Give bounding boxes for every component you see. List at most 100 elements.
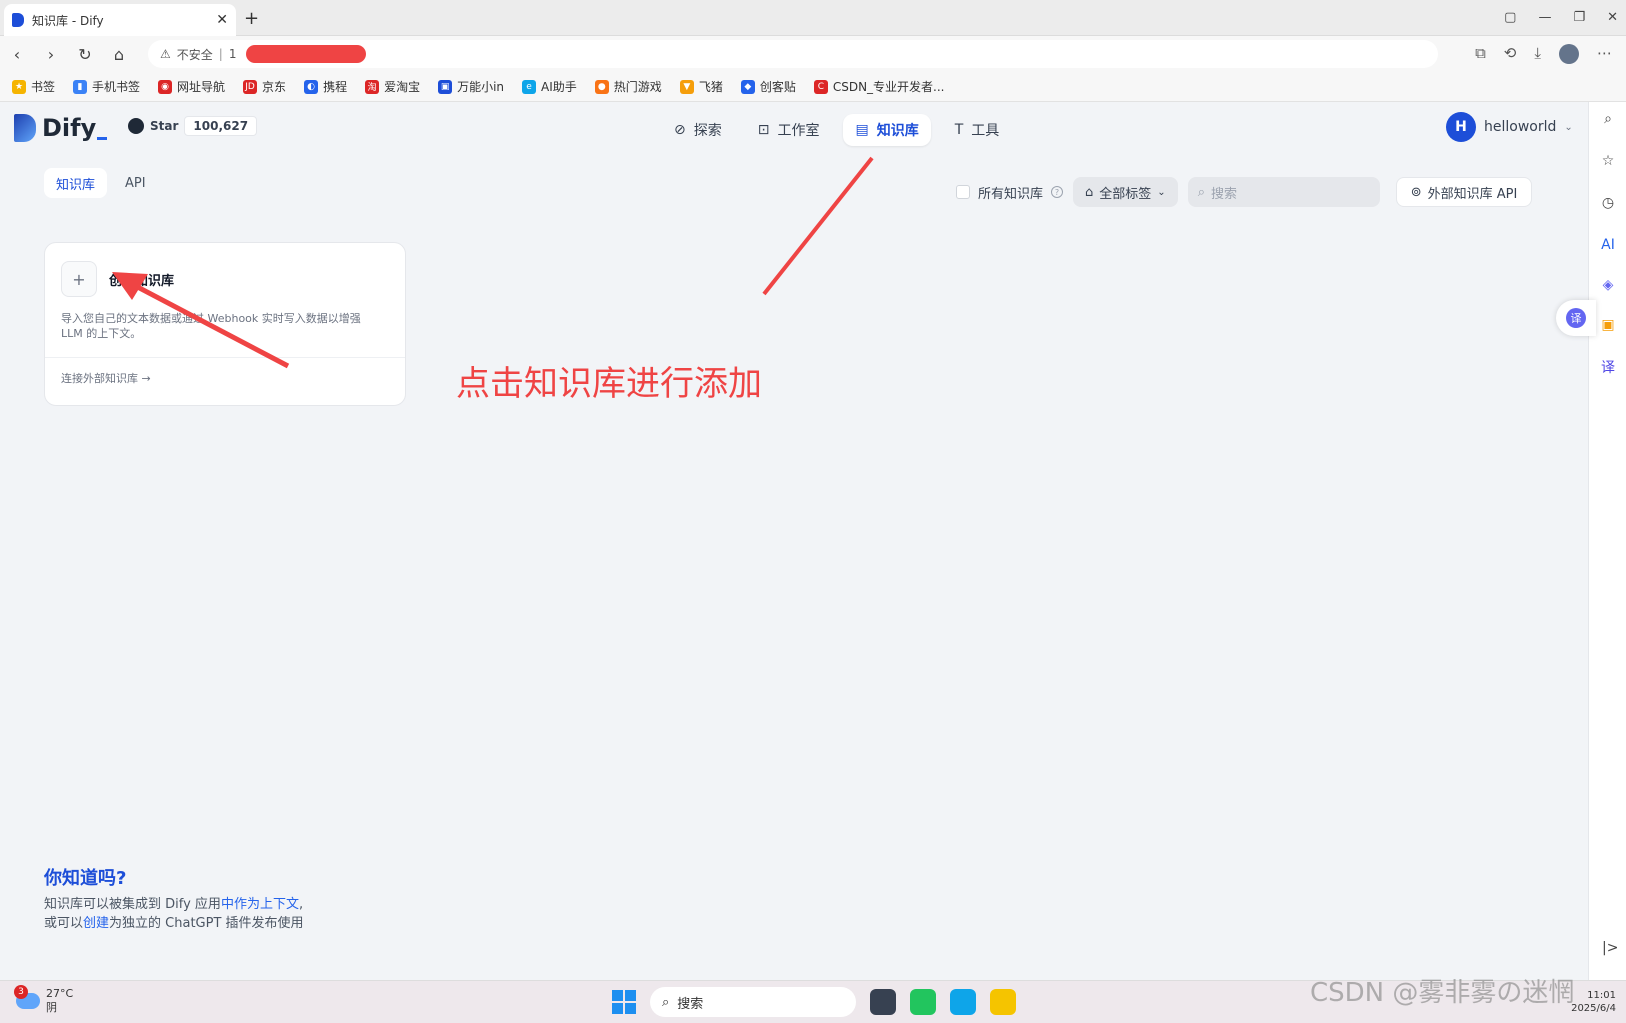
annotation-text: 点击知识库进行添加	[456, 364, 762, 404]
github-star-label: Star	[150, 119, 179, 133]
help-icon[interactable]: ?	[1051, 186, 1064, 198]
collapse-sidebar-icon[interactable]: |>	[1602, 940, 1618, 956]
briefcase-icon[interactable]: ▣	[1599, 316, 1617, 334]
bookmark-label: 京东	[262, 80, 287, 94]
all-knowledge-checkbox[interactable]: 所有知识库 ?	[956, 183, 1064, 202]
bookmark-item[interactable]: ▣ 万能小in	[438, 78, 504, 95]
extensions-icon[interactable]: ⧉	[1475, 44, 1486, 64]
clock-icon[interactable]: ◷	[1599, 194, 1617, 212]
annotation-arrows	[112, 156, 874, 369]
bookmark-label: AI助手	[541, 80, 577, 94]
taskbar-search[interactable]: ⌕ 搜索	[650, 987, 856, 1017]
close-tab-icon[interactable]: ✕	[216, 12, 228, 28]
search-icon: ⌕	[1197, 184, 1205, 200]
weather-widget[interactable]: 3 27°C 阴	[14, 985, 73, 1015]
nav-item-hammer[interactable]: T 工具	[943, 114, 1012, 146]
watermark: CSDN @雾非雾の迷惘	[1310, 978, 1575, 1008]
tab-title: 知识库 - Dify	[32, 13, 104, 28]
url-text: 1	[228, 47, 237, 61]
close-window-icon[interactable]: ✕	[1607, 10, 1618, 25]
home-icon[interactable]: ⌂	[102, 45, 136, 64]
chevron-down-icon: ⌄	[1564, 121, 1573, 133]
search-icon: ⌕	[662, 994, 670, 1010]
file-explorer-icon[interactable]	[990, 989, 1016, 1015]
tips-context-link[interactable]: 中作为上下文	[221, 897, 299, 912]
checkbox[interactable]	[956, 185, 970, 199]
taskbar-search-label: 搜索	[677, 996, 704, 1012]
tips-create-link[interactable]: 创建	[83, 916, 109, 931]
nav-label: 探索	[693, 123, 722, 139]
bookmark-item[interactable]: ◐ 携程	[304, 78, 347, 95]
tag-filter-select[interactable]: ⌂ 全部标签 ⌄	[1073, 177, 1178, 207]
search-input[interactable]: ⌕ 搜索	[1187, 177, 1380, 207]
system-clock[interactable]: 11:01 2025/6/4	[1571, 989, 1616, 1015]
forward-icon[interactable]: ›	[34, 45, 68, 64]
bookmark-item[interactable]: JD 京东	[243, 78, 286, 95]
create-knowledge-card[interactable]: + 创建知识库 导入您自己的文本数据或通过 Webhook 实时写入数据以增强 …	[44, 242, 406, 406]
bookmark-label: 飞猪	[698, 80, 723, 94]
translate-icon[interactable]: 译	[1599, 358, 1617, 376]
task-view-icon[interactable]	[870, 989, 896, 1015]
subtabs: 知识库 API	[44, 168, 158, 198]
tab-knowledge[interactable]: 知识库	[44, 168, 108, 198]
bookmark-item[interactable]: ▮ 手机书签	[73, 78, 140, 95]
maximize-icon[interactable]: ❐	[1573, 10, 1585, 25]
dify-logo-mark	[14, 114, 36, 142]
address-bar-row: ‹ › ↻ ⌂ ⚠ 不安全 | 1 ⧉ ⟲ ⤓ ⋯	[0, 36, 1626, 72]
bookmark-item[interactable]: ◉ 网址导航	[158, 78, 225, 95]
bookmark-item[interactable]: ● 热门游戏	[594, 78, 662, 95]
warning-icon: ⚠	[160, 47, 171, 61]
connect-external-kb-link[interactable]: 连接外部知识库 →	[61, 370, 151, 386]
profile-avatar[interactable]	[1559, 44, 1579, 64]
new-tab-icon[interactable]: +	[244, 8, 259, 29]
browser-right-sidebar: ⌕ ☆ ◷ AI ◈ ▣ 译	[1588, 102, 1626, 980]
nav-item-robot[interactable]: ⊡ 工作室	[746, 114, 832, 146]
bookmark-label: 创客贴	[759, 80, 796, 94]
nav-label: 工作室	[777, 123, 820, 139]
dify-logo[interactable]: Dify	[14, 114, 108, 142]
more-icon[interactable]: ⋯	[1597, 44, 1612, 64]
create-knowledge-title[interactable]: 创建知识库	[109, 270, 174, 289]
create-knowledge-header[interactable]: + 创建知识库	[61, 261, 174, 297]
search-icon[interactable]: ⌕	[1599, 110, 1617, 128]
ai-icon[interactable]: AI	[1599, 236, 1617, 254]
address-bar-actions: ⧉ ⟲ ⤓ ⋯	[1475, 44, 1612, 64]
translate-floating-button[interactable]: 译	[1556, 300, 1596, 336]
nav-item-compass[interactable]: ⊘ 探索	[662, 114, 734, 146]
plus-icon[interactable]: +	[61, 261, 97, 297]
tips-panel: 你知道吗? 知识库可以被集成到 Dify 应用中作为上下文, 或可以创建为独立的…	[44, 864, 304, 932]
url-redaction	[246, 45, 367, 63]
history-icon[interactable]: ⟲	[1504, 44, 1517, 64]
bookmark-item[interactable]: ◆ 创客贴	[740, 78, 796, 95]
user-menu[interactable]: H helloworld ⌄	[1446, 112, 1573, 142]
bookmark-item[interactable]: 淘爱淘宝	[365, 78, 420, 95]
sidebar-toggle-icon[interactable]: ▢	[1504, 10, 1516, 25]
create-knowledge-description: 导入您自己的文本数据或通过 Webhook 实时写入数据以增强 LLM 的上下文…	[61, 312, 361, 340]
back-icon[interactable]: ‹	[0, 45, 34, 64]
bookmark-item[interactable]: ★ 书签	[12, 78, 55, 95]
external-kb-api-button[interactable]: ⊚ 外部知识库 API	[1395, 177, 1533, 207]
game-icon[interactable]: ◈	[1599, 276, 1617, 294]
bookmark-label: CSDN_专业开发者...	[832, 80, 945, 94]
reload-icon[interactable]: ↻	[68, 45, 102, 64]
bookmark-label: 热门游戏	[613, 80, 662, 94]
minimize-icon[interactable]: —	[1538, 10, 1551, 25]
app-header: Dify Star 100,627 ⊘ 探索 ⊡ 工作室 ▤ 知识库 T 工具 H hello…	[0, 102, 1588, 158]
edge-browser-icon[interactable]	[950, 989, 976, 1015]
download-icon[interactable]: ⤓	[1534, 44, 1541, 64]
github-star-widget[interactable]: Star 100,627	[128, 116, 258, 136]
bookmark-icon: ▮	[73, 79, 88, 94]
windows-start-icon[interactable]	[612, 990, 636, 1014]
nav-item-book[interactable]: ▤ 知识库	[843, 114, 931, 146]
star-icon[interactable]: ☆	[1599, 152, 1617, 170]
bookmark-item[interactable]: ▼ 飞猪	[679, 78, 723, 95]
tag-filter-label: 全部标签	[1099, 186, 1152, 202]
remote-desktop-icon[interactable]	[910, 989, 936, 1015]
browser-tab[interactable]: 知识库 - Dify ✕	[4, 4, 236, 36]
url-field[interactable]: ⚠ 不安全 | 1	[148, 40, 1438, 68]
bookmark-item[interactable]: e AI助手	[522, 78, 577, 95]
annotation-line	[762, 156, 874, 296]
bookmark-label: 书签	[31, 80, 56, 94]
bookmark-item[interactable]: C CSDN_专业开发者...	[813, 78, 945, 95]
tab-api[interactable]: API	[113, 168, 158, 198]
